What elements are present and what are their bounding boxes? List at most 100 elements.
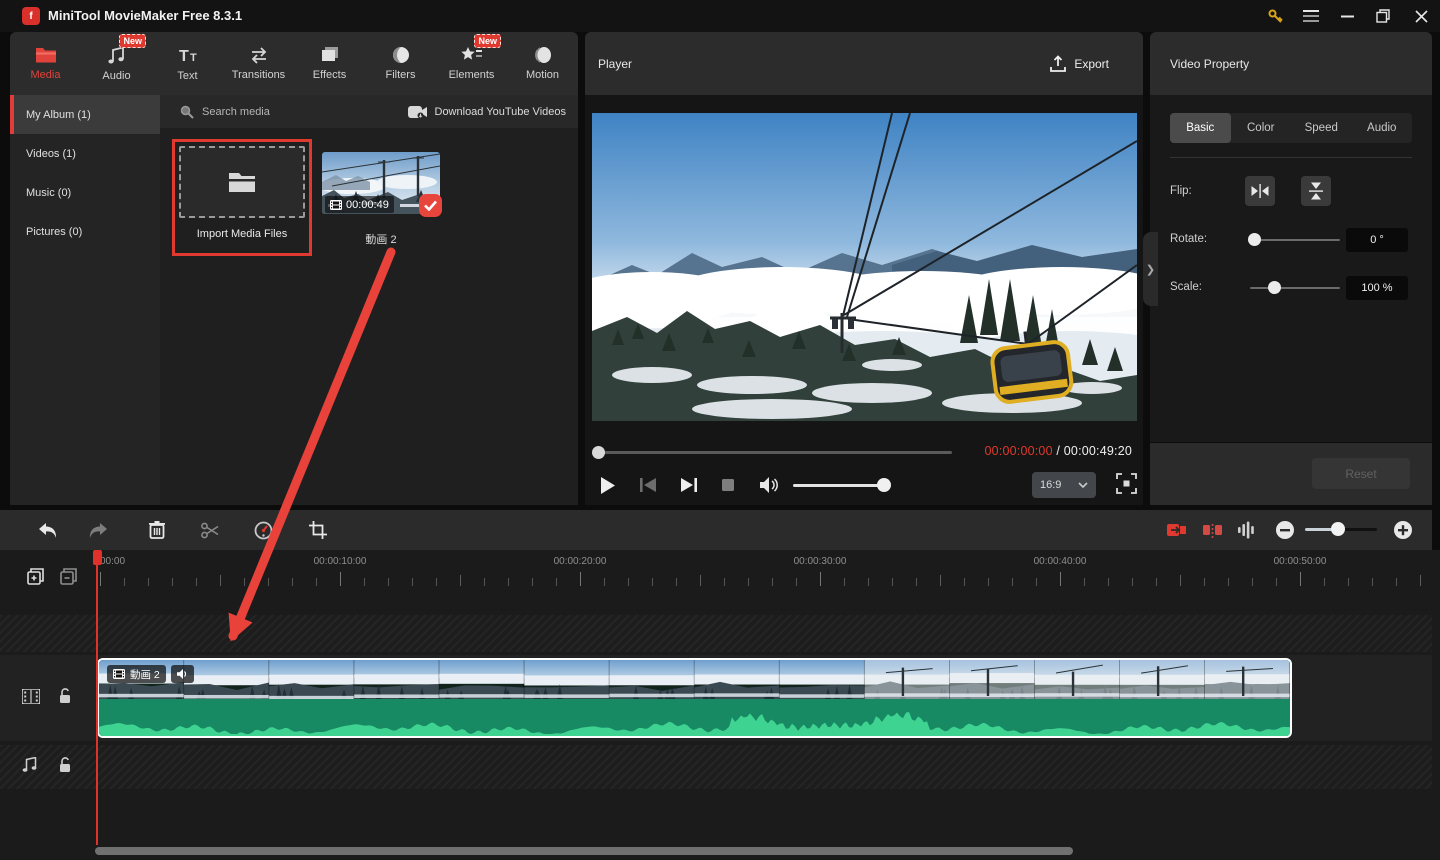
- tab-color[interactable]: Color: [1231, 113, 1292, 143]
- rotate-slider[interactable]: [1250, 239, 1340, 241]
- ruler-tick: [1156, 578, 1157, 586]
- audio-new-badge: New: [119, 34, 146, 48]
- seek-track[interactable]: [600, 451, 952, 454]
- ripple-delete-toggle[interactable]: [1194, 510, 1230, 550]
- fullscreen-button[interactable]: [1116, 473, 1137, 494]
- ruler-tick: [772, 578, 773, 586]
- tab-transitions[interactable]: Transitions: [223, 32, 294, 95]
- clip-audio-badge[interactable]: [171, 665, 194, 683]
- audio-note-icon: [107, 46, 127, 65]
- sidebar-item-pictures[interactable]: Pictures (0): [10, 212, 160, 251]
- volume-handle[interactable]: [877, 478, 891, 492]
- seek-handle[interactable]: [592, 446, 605, 459]
- sidebar-item-my-album[interactable]: My Album (1): [10, 95, 160, 134]
- minimize-button[interactable]: [1330, 0, 1364, 32]
- redo-button[interactable]: [80, 510, 116, 550]
- ruler-label: 00:00: [100, 556, 125, 567]
- tab-text[interactable]: TT Text: [152, 32, 223, 95]
- tab-effects[interactable]: Effects: [294, 32, 365, 95]
- scale-value[interactable]: 100 %: [1346, 276, 1408, 300]
- app-window: f MiniTool MovieMaker Free 8.3.1 Media N…: [0, 0, 1440, 860]
- menu-icon[interactable]: [1294, 0, 1328, 32]
- scale-slider-handle[interactable]: [1268, 281, 1281, 294]
- tab-audio[interactable]: Audio: [1352, 113, 1413, 143]
- search-input[interactable]: Search media: [202, 106, 270, 118]
- tab-elements[interactable]: New Elements: [436, 32, 507, 95]
- sidebar-item-videos[interactable]: Videos (1): [10, 134, 160, 173]
- volume-slider[interactable]: [793, 484, 888, 487]
- seek-bar[interactable]: 00:00:00:00 / 00:00:49:20: [592, 444, 1137, 460]
- timeline-zoom-handle[interactable]: [1331, 522, 1345, 536]
- ruler-tick: [100, 572, 101, 586]
- aspect-ratio-dropdown[interactable]: 16:9: [1032, 472, 1096, 498]
- film-icon: [113, 669, 125, 679]
- search-icon[interactable]: [180, 105, 194, 119]
- export-icon: [1050, 55, 1066, 72]
- video-preview: [592, 113, 1137, 421]
- chevron-down-icon: [1078, 482, 1088, 488]
- ruler-tick: [340, 572, 341, 586]
- clip-waveform: [99, 699, 1290, 736]
- next-frame-button[interactable]: [681, 470, 697, 500]
- speed-button[interactable]: [245, 510, 281, 550]
- tab-basic[interactable]: Basic: [1170, 113, 1231, 143]
- reset-button[interactable]: Reset: [1312, 458, 1410, 489]
- ripple-insert-toggle[interactable]: [1158, 510, 1194, 550]
- flip-horizontal-button[interactable]: [1245, 176, 1275, 206]
- video-track-lock-icon[interactable]: [58, 687, 72, 704]
- sidebar-item-music[interactable]: Music (0): [10, 173, 160, 212]
- scale-slider[interactable]: [1250, 287, 1340, 289]
- tab-audio[interactable]: New Audio: [81, 32, 152, 95]
- delete-button[interactable]: [139, 510, 175, 550]
- playhead-flag[interactable]: [93, 550, 102, 565]
- ruler-tick: [1324, 578, 1325, 586]
- ruler-tick: [412, 578, 413, 586]
- export-button[interactable]: Export: [1050, 55, 1109, 72]
- ruler-tick: [1300, 572, 1301, 586]
- register-key-icon[interactable]: [1258, 0, 1292, 32]
- ruler-tick: [988, 578, 989, 586]
- ruler-tick: [268, 578, 269, 586]
- clip-name-badge: 動画 2: [107, 665, 166, 683]
- tab-media[interactable]: Media: [10, 32, 81, 95]
- rotate-value[interactable]: 0 °: [1346, 228, 1408, 252]
- timeline-horizontal-scrollbar[interactable]: [95, 847, 1073, 855]
- feature-tab-bar: Media New Audio TT Text Transitions Effe…: [10, 32, 578, 95]
- video-track-icon: [22, 689, 40, 704]
- flip-vertical-button[interactable]: [1301, 176, 1331, 206]
- timeline-ruler[interactable]: 00:0000:00:10:0000:00:20:0000:00:30:0000…: [0, 550, 1440, 600]
- previous-frame-button[interactable]: [640, 470, 656, 500]
- ruler-label: 00:00:30:00: [794, 556, 847, 567]
- undo-button[interactable]: [30, 510, 66, 550]
- play-button[interactable]: [600, 470, 615, 500]
- import-media-button[interactable]: [179, 146, 305, 218]
- rotate-slider-handle[interactable]: [1248, 233, 1261, 246]
- tab-filters[interactable]: Filters: [365, 32, 436, 95]
- tab-motion[interactable]: Motion: [507, 32, 578, 95]
- timeline-zoom-out-button[interactable]: [1267, 510, 1303, 550]
- add-track-button[interactable]: [27, 568, 44, 585]
- stop-button[interactable]: [722, 470, 734, 500]
- split-button[interactable]: [192, 510, 228, 550]
- download-youtube-button[interactable]: Download YouTube Videos: [408, 105, 567, 119]
- close-button[interactable]: [1404, 0, 1438, 32]
- film-icon: [330, 200, 342, 210]
- property-panel: [1150, 95, 1432, 442]
- panel-collapse-handle[interactable]: ❯: [1143, 232, 1158, 306]
- music-track-lock-icon[interactable]: [58, 756, 72, 773]
- preview-image: [592, 113, 1137, 421]
- empty-track-row: [0, 615, 1432, 652]
- crop-button[interactable]: [300, 510, 336, 550]
- playhead[interactable]: [96, 550, 98, 845]
- remove-track-button[interactable]: [60, 568, 77, 585]
- ruler-tick: [244, 578, 245, 586]
- timeline-zoom-in-button[interactable]: [1385, 510, 1421, 550]
- audio-waveform-toggle[interactable]: [1228, 510, 1264, 550]
- restore-button[interactable]: [1366, 0, 1400, 32]
- timeline-clip[interactable]: 動画 2: [97, 658, 1292, 738]
- tab-speed[interactable]: Speed: [1291, 113, 1352, 143]
- volume-icon[interactable]: [760, 470, 779, 500]
- music-track-row: [0, 745, 1432, 789]
- text-icon: TT: [177, 46, 199, 65]
- ruler-tick: [748, 578, 749, 586]
